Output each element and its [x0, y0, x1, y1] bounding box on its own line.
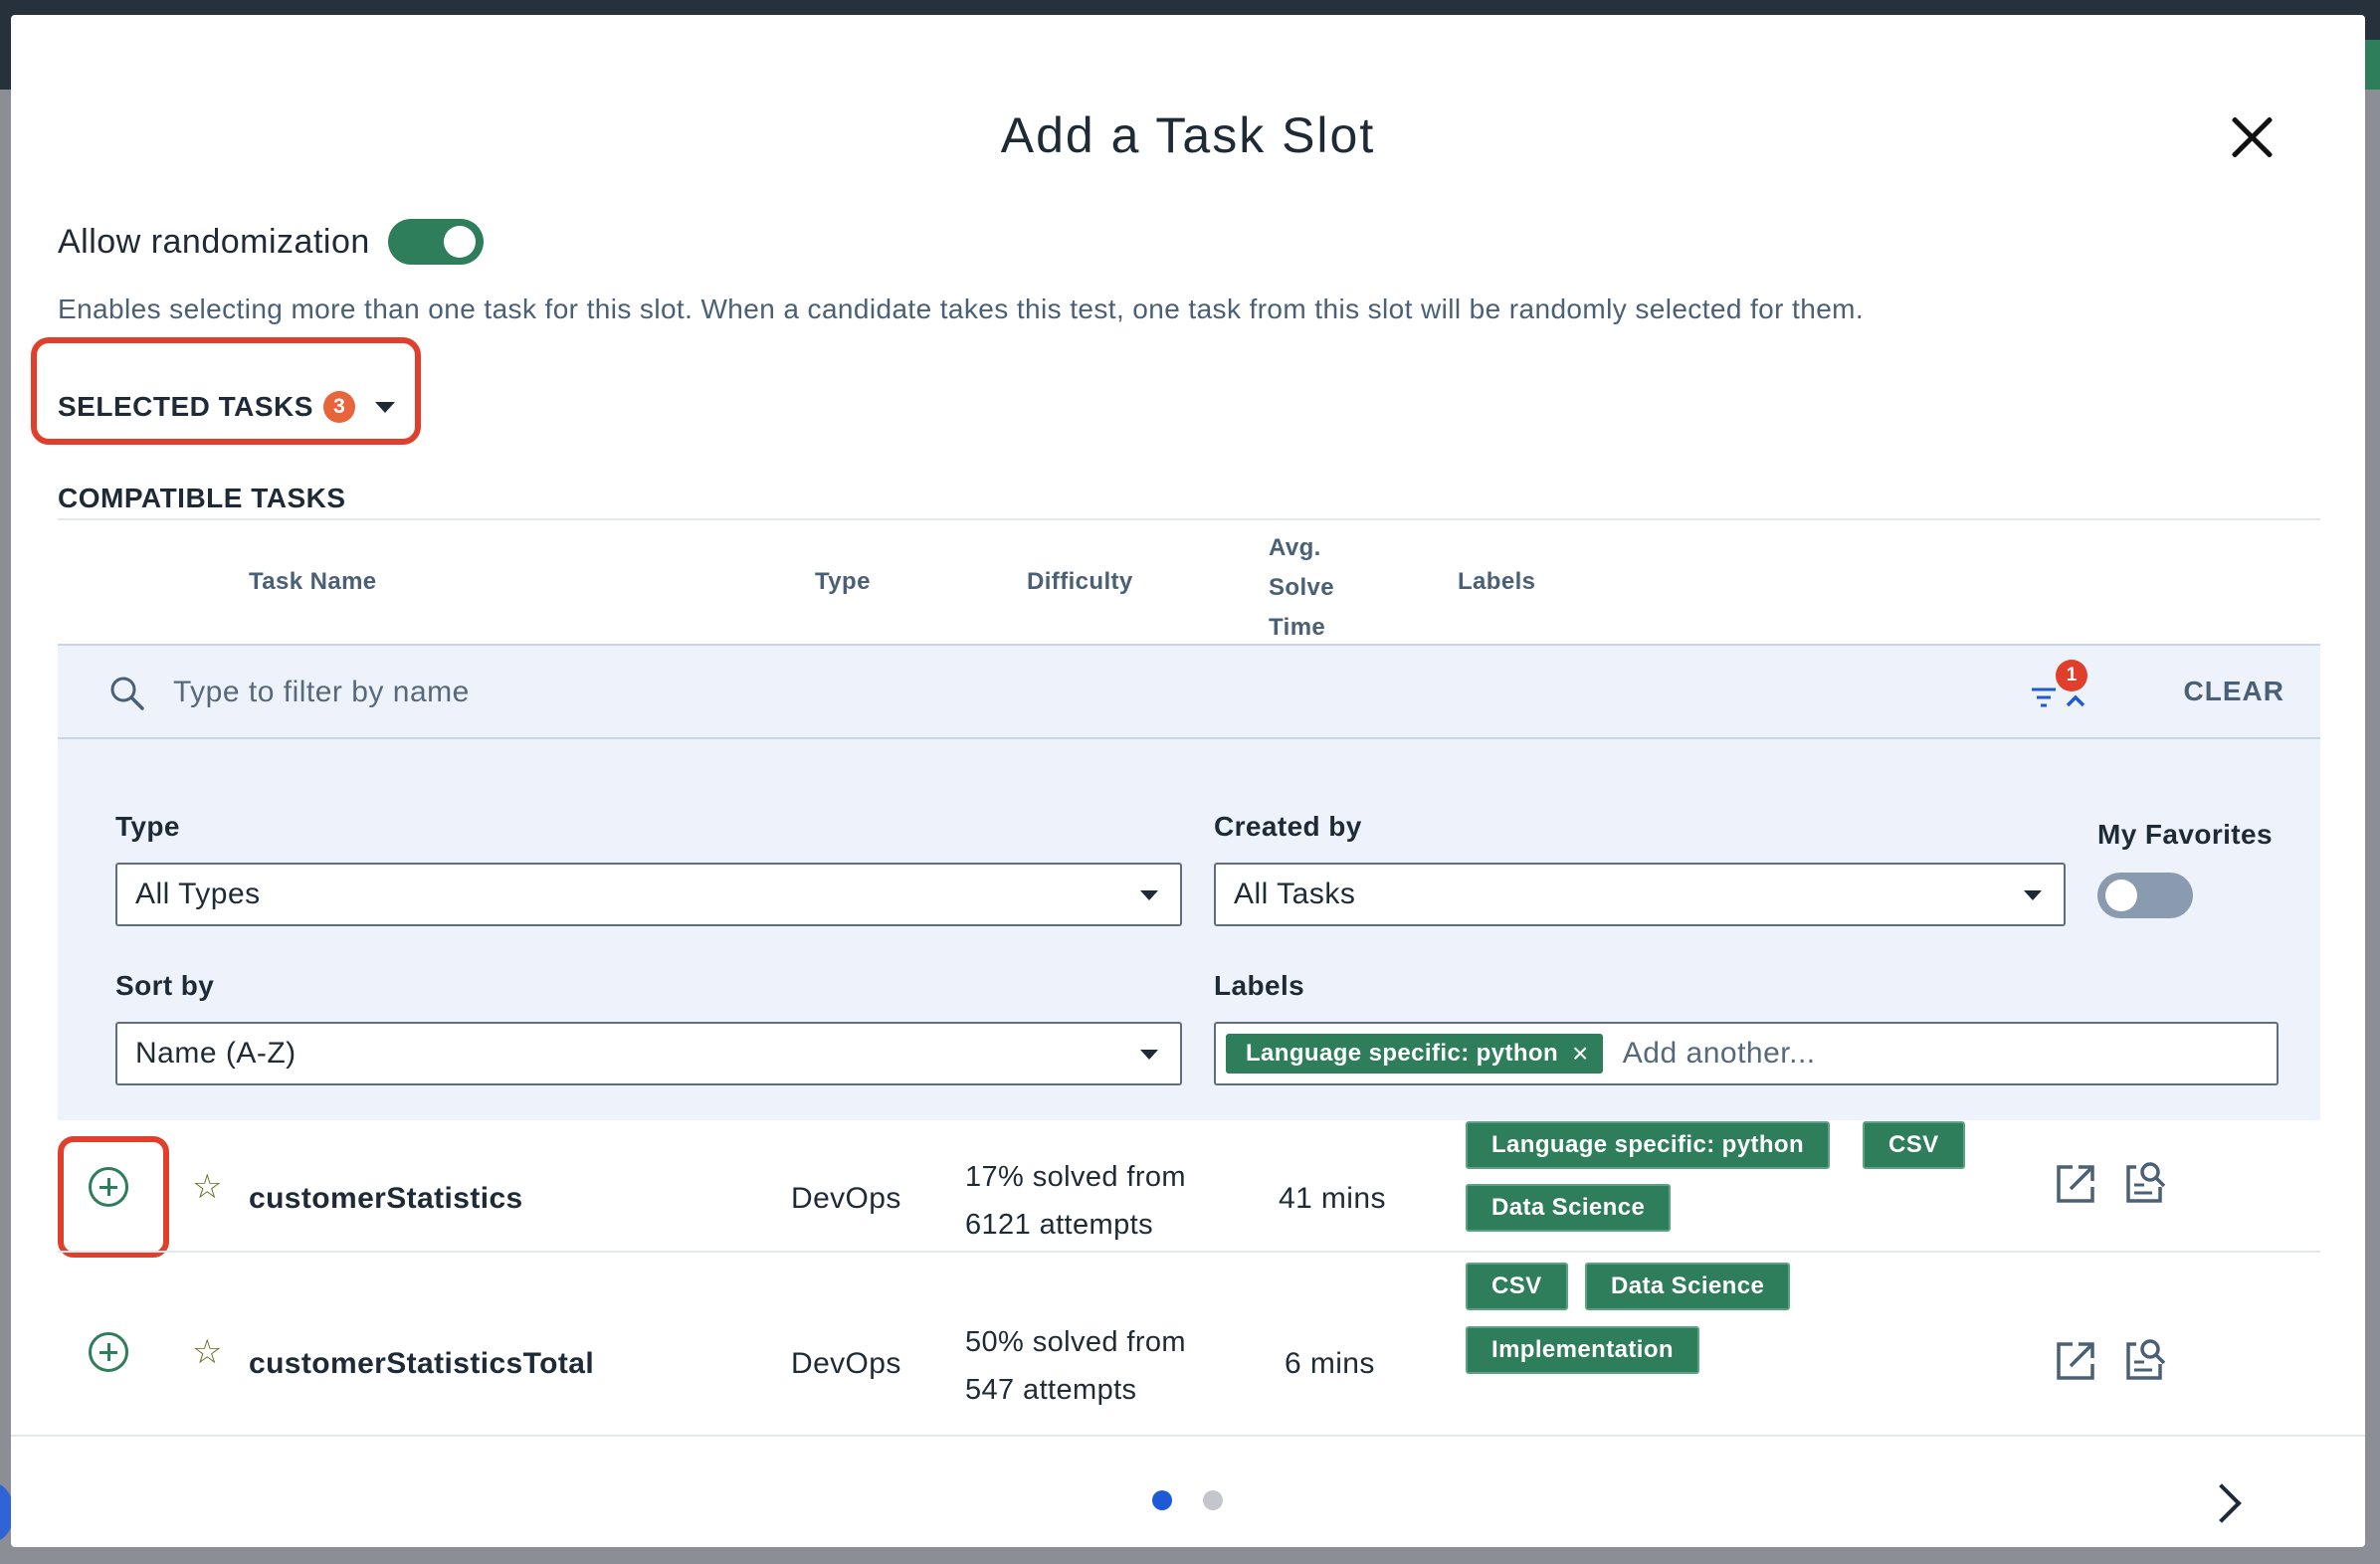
search-input[interactable]: [173, 670, 1168, 715]
difficulty-line1: 17% solved from: [965, 1161, 1186, 1193]
chevron-down-icon: [1140, 1050, 1158, 1060]
type-filter-label: Type: [115, 811, 180, 842]
modal-title: Add a Task Slot: [1000, 107, 1376, 163]
chevron-down-icon: [1140, 890, 1158, 900]
task-label-tag: CSV: [1466, 1263, 1568, 1310]
open-external-icon[interactable]: [2053, 1161, 2098, 1207]
created-by-select-value: All Tasks: [1234, 878, 1356, 910]
task-label-tag: Data Science: [1585, 1263, 1791, 1310]
col-type[interactable]: Type: [815, 568, 871, 596]
preview-task-icon[interactable]: [2122, 1159, 2168, 1205]
task-avg-time: 6 mins: [1285, 1347, 1375, 1380]
labels-input[interactable]: Language specific: python × Add another.…: [1214, 1022, 2279, 1085]
selected-tasks-label: SELECTED TASKS: [58, 391, 313, 422]
selected-tasks-count-badge: 3: [322, 391, 355, 423]
difficulty-line2: 547 attempts: [965, 1374, 1137, 1406]
task-difficulty: 50% solved from 547 attempts: [965, 1318, 1186, 1414]
difficulty-line2: 6121 attempts: [965, 1209, 1153, 1241]
filter-search-row: 1 CLEAR: [58, 646, 2320, 739]
randomization-toggle[interactable]: [387, 219, 484, 265]
label-chip-text: Language specific: python: [1246, 1040, 1559, 1067]
pagination-dot[interactable]: [1203, 1490, 1223, 1510]
col-avg-line3: Time: [1269, 614, 1326, 641]
favorite-star-icon[interactable]: ☆: [192, 1332, 222, 1372]
randomization-description: Enables selecting more than one task for…: [58, 293, 1865, 324]
created-by-label: Created by: [1214, 811, 1362, 842]
task-type: DevOps: [791, 1347, 901, 1380]
col-labels: Labels: [1458, 568, 1536, 595]
favorite-star-icon[interactable]: ☆: [192, 1167, 222, 1207]
task-type: DevOps: [791, 1182, 901, 1215]
chevron-down-icon: [374, 401, 395, 413]
task-name[interactable]: customerStatisticsTotal: [249, 1347, 594, 1381]
difficulty-line1: 50% solved from: [965, 1326, 1186, 1358]
pagination-dot-active[interactable]: [1152, 1490, 1172, 1510]
toggle-knob: [443, 226, 476, 258]
sort-by-select-value: Name (A-Z): [135, 1037, 297, 1070]
remove-chip-icon[interactable]: ×: [1572, 1038, 1589, 1070]
row-divider: [58, 1251, 2320, 1253]
randomization-label: Allow randomization: [58, 222, 370, 261]
sort-by-label: Sort by: [115, 970, 215, 1001]
header-divider: [58, 518, 2320, 520]
filter-panel: 1 CLEAR Type All Types Created by All Ta…: [58, 644, 2320, 1120]
type-select-value: All Types: [135, 878, 261, 910]
selected-tasks-toggle[interactable]: SELECTED TASKS 3: [58, 391, 395, 423]
add-task-slot-modal: Add a Task Slot Allow randomization Enab…: [11, 15, 2365, 1547]
col-avg-solve-time[interactable]: Avg. Solve Time: [1269, 528, 1334, 648]
task-label-tag: Language specific: python: [1466, 1121, 1831, 1169]
randomization-row: Allow randomization: [58, 219, 484, 265]
toggle-knob: [2105, 880, 2137, 911]
created-by-select[interactable]: All Tasks: [1214, 863, 2066, 926]
task-label-tag: CSV: [1863, 1121, 1965, 1169]
col-difficulty[interactable]: Difficulty: [1027, 568, 1133, 596]
compatible-tasks-heading: COMPATIBLE TASKS: [58, 483, 346, 513]
labels-add-placeholder[interactable]: Add another...: [1623, 1037, 1816, 1071]
task-label-tag: Implementation: [1466, 1326, 1699, 1374]
task-avg-time: 41 mins: [1279, 1182, 1386, 1215]
open-external-icon[interactable]: [2053, 1338, 2098, 1384]
task-name[interactable]: customerStatistics: [249, 1182, 523, 1216]
search-icon: [110, 677, 144, 710]
col-avg-line2: Solve: [1269, 574, 1335, 601]
chevron-down-icon: [2024, 890, 2042, 900]
active-filter-badge: 1: [2056, 660, 2087, 691]
type-select[interactable]: All Types: [115, 863, 1182, 926]
clear-filters-button[interactable]: CLEAR: [2184, 676, 2284, 707]
label-chip: Language specific: python ×: [1226, 1034, 1603, 1074]
labels-filter-label: Labels: [1214, 970, 1305, 1001]
close-icon[interactable]: [2230, 114, 2276, 160]
chevron-right-icon[interactable]: [2202, 1483, 2242, 1523]
my-favorites-toggle[interactable]: [2097, 873, 2193, 918]
col-avg-line1: Avg.: [1269, 534, 1321, 561]
preview-task-icon[interactable]: [2122, 1336, 2168, 1382]
add-task-button[interactable]: [89, 1167, 128, 1207]
task-difficulty: 17% solved from 6121 attempts: [965, 1153, 1186, 1249]
col-task-name[interactable]: Task Name: [249, 568, 377, 596]
my-favorites-label: My Favorites: [2097, 819, 2273, 850]
sort-by-select[interactable]: Name (A-Z): [115, 1022, 1182, 1085]
task-label-tag: Data Science: [1466, 1184, 1672, 1232]
footer-divider: [11, 1435, 2365, 1437]
add-task-button[interactable]: [89, 1332, 128, 1372]
